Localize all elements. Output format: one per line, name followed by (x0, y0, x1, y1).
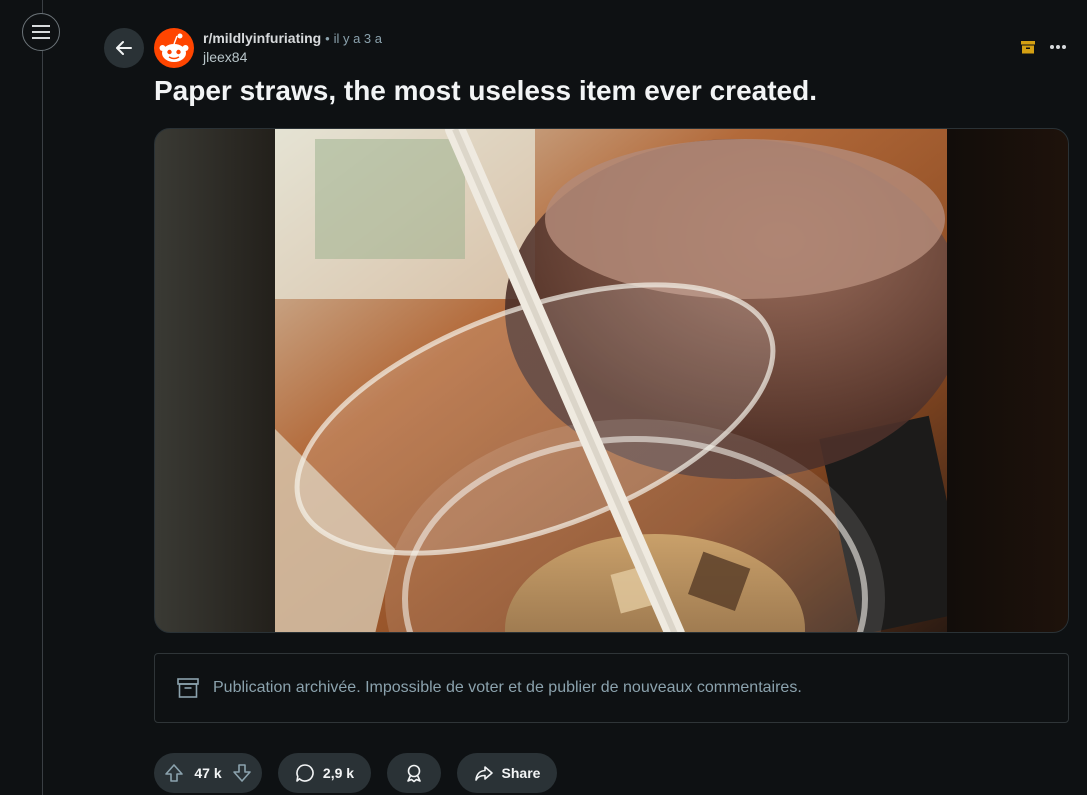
post-meta: r/mildlyinfuriating • il y a 3 a jleex84 (203, 30, 382, 65)
subreddit-avatar[interactable] (154, 28, 194, 68)
more-horizontal-icon[interactable] (1049, 44, 1067, 50)
share-label: Share (501, 765, 541, 781)
subreddit-link[interactable]: r/mildlyinfuriating (203, 30, 321, 46)
share-icon (474, 766, 493, 781)
vote-count: 47 k (194, 765, 222, 781)
author-link[interactable]: jleex84 (203, 49, 382, 65)
menu-button[interactable] (22, 13, 60, 51)
archived-text: Publication archivée. Impossible de vote… (213, 679, 802, 696)
downvote-icon[interactable] (232, 763, 252, 783)
back-button[interactable] (104, 28, 144, 68)
award-button[interactable] (387, 753, 441, 793)
post-top-actions (1021, 40, 1067, 54)
archive-box-icon (177, 678, 199, 698)
comment-count: 2,9 k (322, 765, 355, 781)
archived-notice: Publication archivée. Impossible de vote… (154, 653, 1069, 723)
meta-separator: • (325, 31, 330, 46)
post-image[interactable] (154, 128, 1069, 633)
post-title: Paper straws, the most useless item ever… (154, 75, 817, 106)
post-actions: 47 k 2,9 k Share (154, 753, 557, 793)
share-button[interactable]: Share (457, 753, 557, 793)
comment-icon (296, 764, 314, 782)
comments-button[interactable]: 2,9 k (278, 753, 371, 793)
snoo-icon (159, 33, 189, 62)
arrow-left-icon (116, 41, 132, 55)
post-age: il y a 3 a (333, 31, 382, 46)
left-rail (42, 0, 43, 795)
archive-icon (1021, 41, 1035, 54)
menu-icon (32, 25, 50, 39)
straw-photo (275, 129, 947, 632)
award-icon (407, 764, 421, 783)
upvote-icon[interactable] (164, 763, 184, 783)
vote-control: 47 k (154, 753, 262, 793)
